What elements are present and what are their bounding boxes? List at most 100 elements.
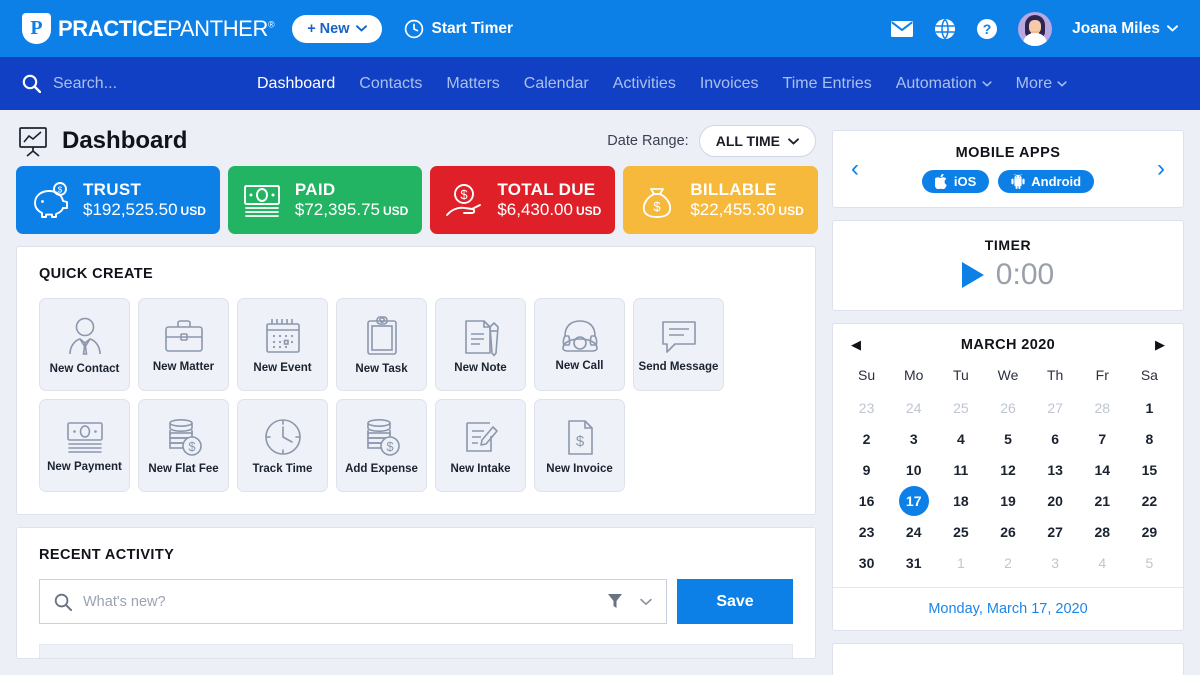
nav-item-activities[interactable]: Activities [613,75,676,93]
nav-item-contacts[interactable]: Contacts [359,75,422,93]
ios-app-button[interactable]: iOS [921,170,990,193]
calendar-day[interactable]: 10 [890,455,937,486]
nav-item-matters[interactable]: Matters [446,75,499,93]
mail-icon[interactable] [890,20,914,38]
tile-label: Add Expense [345,463,418,475]
app-logo[interactable]: P PRACTICEPANTHER® [22,13,275,44]
tile-track-time[interactable]: Track Time [237,399,328,492]
nav-item-automation[interactable]: Automation [896,75,992,93]
tile-new-note[interactable]: New Note [435,298,526,391]
start-timer-button[interactable]: Start Timer [404,19,513,39]
calendar-day[interactable]: 4 [937,424,984,455]
calendar-day[interactable]: 26 [984,517,1031,548]
funnel-icon[interactable] [607,593,623,610]
calendar-day-label: 1 [956,555,965,571]
nav-item-dashboard[interactable]: Dashboard [257,75,335,93]
calendar-day-today[interactable]: 17 [890,486,937,517]
calendar-day-label: 7 [1098,431,1107,447]
nav-item-more[interactable]: More [1016,75,1067,93]
calendar-day[interactable]: 29 [1126,517,1173,548]
calendar-day[interactable]: 24 [890,393,937,424]
calendar-selected-date[interactable]: Monday, March 17, 2020 [833,587,1183,630]
calendar-day[interactable]: 2 [984,548,1031,579]
calendar-day[interactable]: 23 [843,517,890,548]
calendar-day[interactable]: 15 [1126,455,1173,486]
tile-new-call[interactable]: New Call [534,298,625,391]
android-app-button[interactable]: Android [998,170,1095,193]
calendar-day[interactable]: 1 [937,548,984,579]
calendar-day[interactable]: 1 [1126,393,1173,424]
calendar-day[interactable]: 14 [1079,455,1126,486]
calendar-day[interactable]: 5 [1126,548,1173,579]
calendar-day[interactable]: 19 [984,486,1031,517]
calendar-day[interactable]: 3 [1032,548,1079,579]
nav-label: Activities [612,74,676,92]
calendar-day[interactable]: 27 [1032,393,1079,424]
play-icon[interactable] [961,262,984,288]
calendar-day[interactable]: 28 [1079,517,1126,548]
nav-item-invoices[interactable]: Invoices [700,75,759,93]
tile-new-contact[interactable]: New Contact [39,298,130,391]
calendar-day[interactable]: 13 [1032,455,1079,486]
calendar-day[interactable]: 4 [1079,548,1126,579]
nav-item-time-entries[interactable]: Time Entries [783,75,872,93]
calendar-day[interactable]: 24 [890,517,937,548]
date-range-dropdown[interactable]: ALL TIME [698,125,816,157]
calendar-day[interactable]: 21 [1079,486,1126,517]
stat-card-paid[interactable]: PAID $72,395.75 USD [227,166,423,234]
calendar-day[interactable]: 8 [1126,424,1173,455]
save-button[interactable]: Save [677,579,793,624]
calendar-day[interactable]: 25 [937,393,984,424]
search-input[interactable]: Search... [22,74,257,93]
registered-mark: ® [267,19,275,30]
calendar-day[interactable]: 22 [1126,486,1173,517]
tile-new-payment[interactable]: New Payment [39,399,130,492]
stat-card-billable[interactable]: $ BILLABLE $22,455.30 USD [623,166,818,234]
date-range-value: ALL TIME [715,133,780,149]
tile-new-invoice[interactable]: $ New Invoice [534,399,625,492]
activity-search-input[interactable]: What's new? [39,579,667,624]
nav-item-calendar[interactable]: Calendar [524,75,589,93]
tile-new-matter[interactable]: New Matter [138,298,229,391]
calendar-day[interactable]: 3 [890,424,937,455]
calendar-day[interactable]: 12 [984,455,1031,486]
calendar-day[interactable]: 31 [890,548,937,579]
calendar-day[interactable]: 20 [1032,486,1079,517]
tile-new-flat-fee[interactable]: $ New Flat Fee [138,399,229,492]
calendar-day[interactable]: 23 [843,393,890,424]
calendar-day[interactable]: 18 [937,486,984,517]
carousel-next-button[interactable]: › [1153,157,1169,181]
timer-value: 0:00 [995,258,1055,291]
tile-new-event[interactable]: New Event [237,298,328,391]
calendar-day-label: 4 [1098,555,1107,571]
calendar-day[interactable]: 6 [1032,424,1079,455]
calendar-day[interactable]: 11 [937,455,984,486]
calendar-day[interactable]: 9 [843,455,890,486]
calendar-day[interactable]: 2 [843,424,890,455]
globe-icon[interactable] [934,18,956,40]
calendar-day-label: 28 [1094,524,1111,540]
tile-new-task[interactable]: New Task [336,298,427,391]
chevron-down-icon[interactable] [640,598,652,606]
help-icon[interactable]: ? [976,18,998,40]
new-button[interactable]: + New [292,14,382,43]
calendar-day[interactable]: 25 [937,517,984,548]
tile-send-message[interactable]: Send Message [633,298,724,391]
user-menu[interactable]: Joana Miles [1072,20,1178,38]
calendar-day[interactable]: 27 [1032,517,1079,548]
calendar-next-month-button[interactable]: ▶ [1155,337,1165,353]
calendar-day[interactable]: 7 [1079,424,1126,455]
calendar-day[interactable]: 26 [984,393,1031,424]
stat-card-trust[interactable]: $ TRUST $192,525.50 USD [16,166,220,234]
calendar-day[interactable]: 5 [984,424,1031,455]
carousel-prev-button[interactable]: ‹ [847,157,863,181]
stat-card-total-due[interactable]: $ TOTAL DUE $6,430.00 USD [430,166,616,234]
calendar-day[interactable]: 28 [1079,393,1126,424]
calendar-day[interactable]: 30 [843,548,890,579]
stat-value: $72,395.75 [294,200,380,220]
calendar-prev-month-button[interactable]: ◀ [851,337,861,353]
tile-add-expense[interactable]: $ Add Expense [336,399,427,492]
avatar[interactable] [1018,11,1053,46]
calendar-day[interactable]: 16 [843,486,890,517]
tile-new-intake[interactable]: New Intake [435,399,526,492]
